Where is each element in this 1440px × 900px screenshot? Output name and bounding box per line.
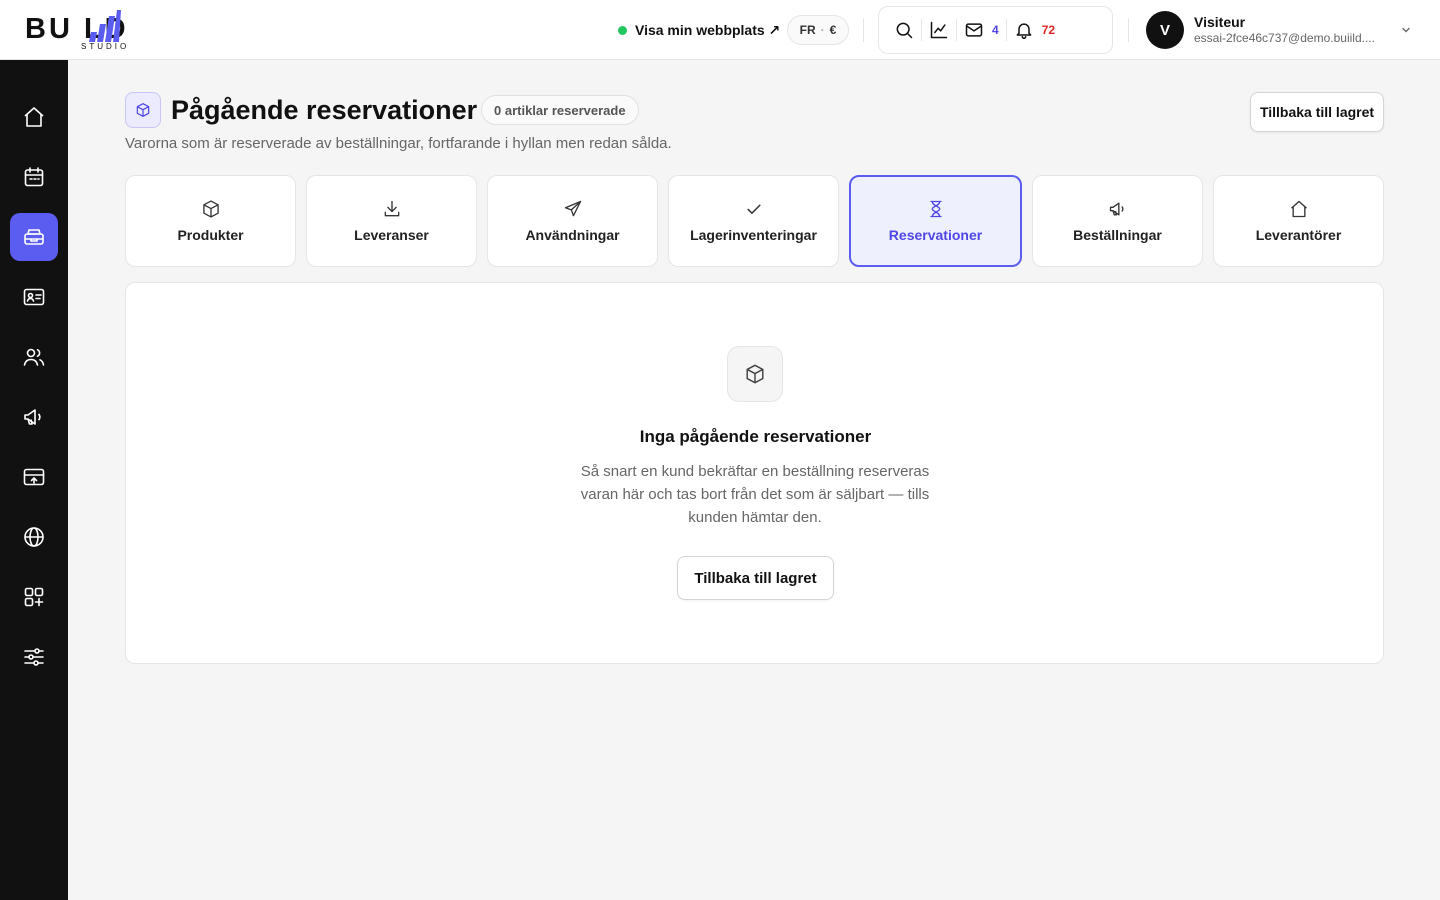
messages-count: 4 [992,23,999,37]
user-email: essai-2fce46c737@demo.buiild.... [1194,31,1375,45]
page-subtitle: Varorna som är reserverade av beställnin… [125,135,672,152]
box-icon [746,364,764,384]
locale-label: FR [799,23,816,37]
logo-bars-icon [89,10,121,42]
box-icon [136,103,150,117]
status-dot-icon [618,25,627,35]
analytics-button[interactable] [922,6,956,54]
globe-icon [24,527,44,547]
chevron-down-icon [1402,27,1410,33]
sidebar-item-apps[interactable] [10,573,58,621]
inventory-icon [24,229,44,245]
tab-label: Leverantörer [1255,227,1342,243]
hourglass-icon [929,200,942,218]
contact-card-icon [23,288,45,306]
user-info: Visiteur essai-2fce46c737@demo.buiild...… [1194,14,1386,46]
megaphone-icon [24,409,41,425]
tab-deliveries[interactable]: Leveranser [306,175,477,267]
messages-button[interactable]: 4 [957,6,1006,54]
locale-separator: · [820,23,825,37]
sidebar-item-home[interactable] [10,93,58,141]
bell-icon [1016,23,1032,40]
tab-label: Leveranser [354,227,429,243]
avatar: V [1146,11,1184,49]
empty-state-back-button[interactable]: Tillbaka till lagret [677,556,834,600]
tab-orders[interactable]: Beställningar [1032,175,1203,267]
sidebar-item-inventory[interactable] [10,213,58,261]
visit-site-label: Visa min webbplats ↗ [635,21,781,38]
sidebar-item-marketing[interactable] [10,393,58,441]
tab-products[interactable]: Produkter [125,175,296,267]
logo-subtitle: STUDIO [81,42,130,51]
reservations-panel: Inga pågående reservationer Så snart en … [125,282,1384,664]
payment-icon [23,468,45,486]
users-icon [23,348,45,366]
user-name: Visiteur [1194,14,1246,30]
megaphone-icon [1109,202,1124,216]
download-icon [384,200,399,217]
topbar-divider [863,18,864,42]
mail-icon [965,23,983,37]
chart-icon [930,21,948,39]
reserved-count-badge: 0 artiklar reserverade [481,95,639,125]
empty-state-title: Inga pågående reservationer [639,427,872,446]
check-icon [746,204,761,214]
sidebar-item-calendar[interactable] [10,153,58,201]
home-icon [24,107,44,127]
empty-state-text: Så snart en kund bekräftar en beställnin… [580,463,930,526]
page-title: Pågående reservationer [171,95,478,125]
house-icon [1290,200,1307,218]
calendar-icon [24,167,44,187]
sidebar [0,60,68,900]
logo[interactable]: BU LD STUDIO [25,8,185,52]
inventory-tabs: Produkter Leveranser Användningar Lageri… [125,175,1384,267]
apps-icon [24,587,44,607]
sidebar-item-payments[interactable] [10,453,58,501]
visit-site-link[interactable]: Visa min webbplats ↗ [618,19,780,41]
tab-suppliers[interactable]: Leverantörer [1213,175,1384,267]
locale-currency-selector[interactable]: FR · € [787,15,849,45]
tab-reservations[interactable]: Reservationer [849,175,1022,267]
back-to-inventory-button[interactable]: Tillbaka till lagret [1250,92,1384,132]
sidebar-item-settings[interactable] [10,633,58,681]
empty-state-icon [727,346,783,402]
tab-usages[interactable]: Användningar [487,175,658,267]
sidebar-item-users[interactable] [10,333,58,381]
sidebar-item-website[interactable] [10,513,58,561]
search-icon [896,22,913,39]
tab-label: Produkter [177,227,244,243]
page-title-icon [125,92,161,128]
toolbar: 4 72 [878,6,1113,54]
top-bar: BU LD STUDIO Visa min webbplats ↗ FR · €… [0,0,1440,60]
box-icon [202,200,219,218]
notifications-count: 72 [1041,23,1056,37]
tab-label: Lagerinventeringar [690,227,817,243]
tab-label: Reservationer [888,227,983,243]
tab-label: Beställningar [1073,227,1162,243]
settings-sliders-icon [24,648,44,666]
sidebar-item-contacts[interactable] [10,273,58,321]
topbar-divider [1128,18,1129,42]
search-button[interactable] [887,6,921,54]
tab-label: Användningar [525,227,620,243]
user-menu[interactable]: V Visiteur essai-2fce46c737@demo.buiild.… [1146,10,1416,50]
send-icon [564,200,581,217]
currency-label: € [829,23,837,37]
notifications-button[interactable]: 72 [1007,6,1062,54]
tab-stocktakes[interactable]: Lagerinventeringar [668,175,839,267]
